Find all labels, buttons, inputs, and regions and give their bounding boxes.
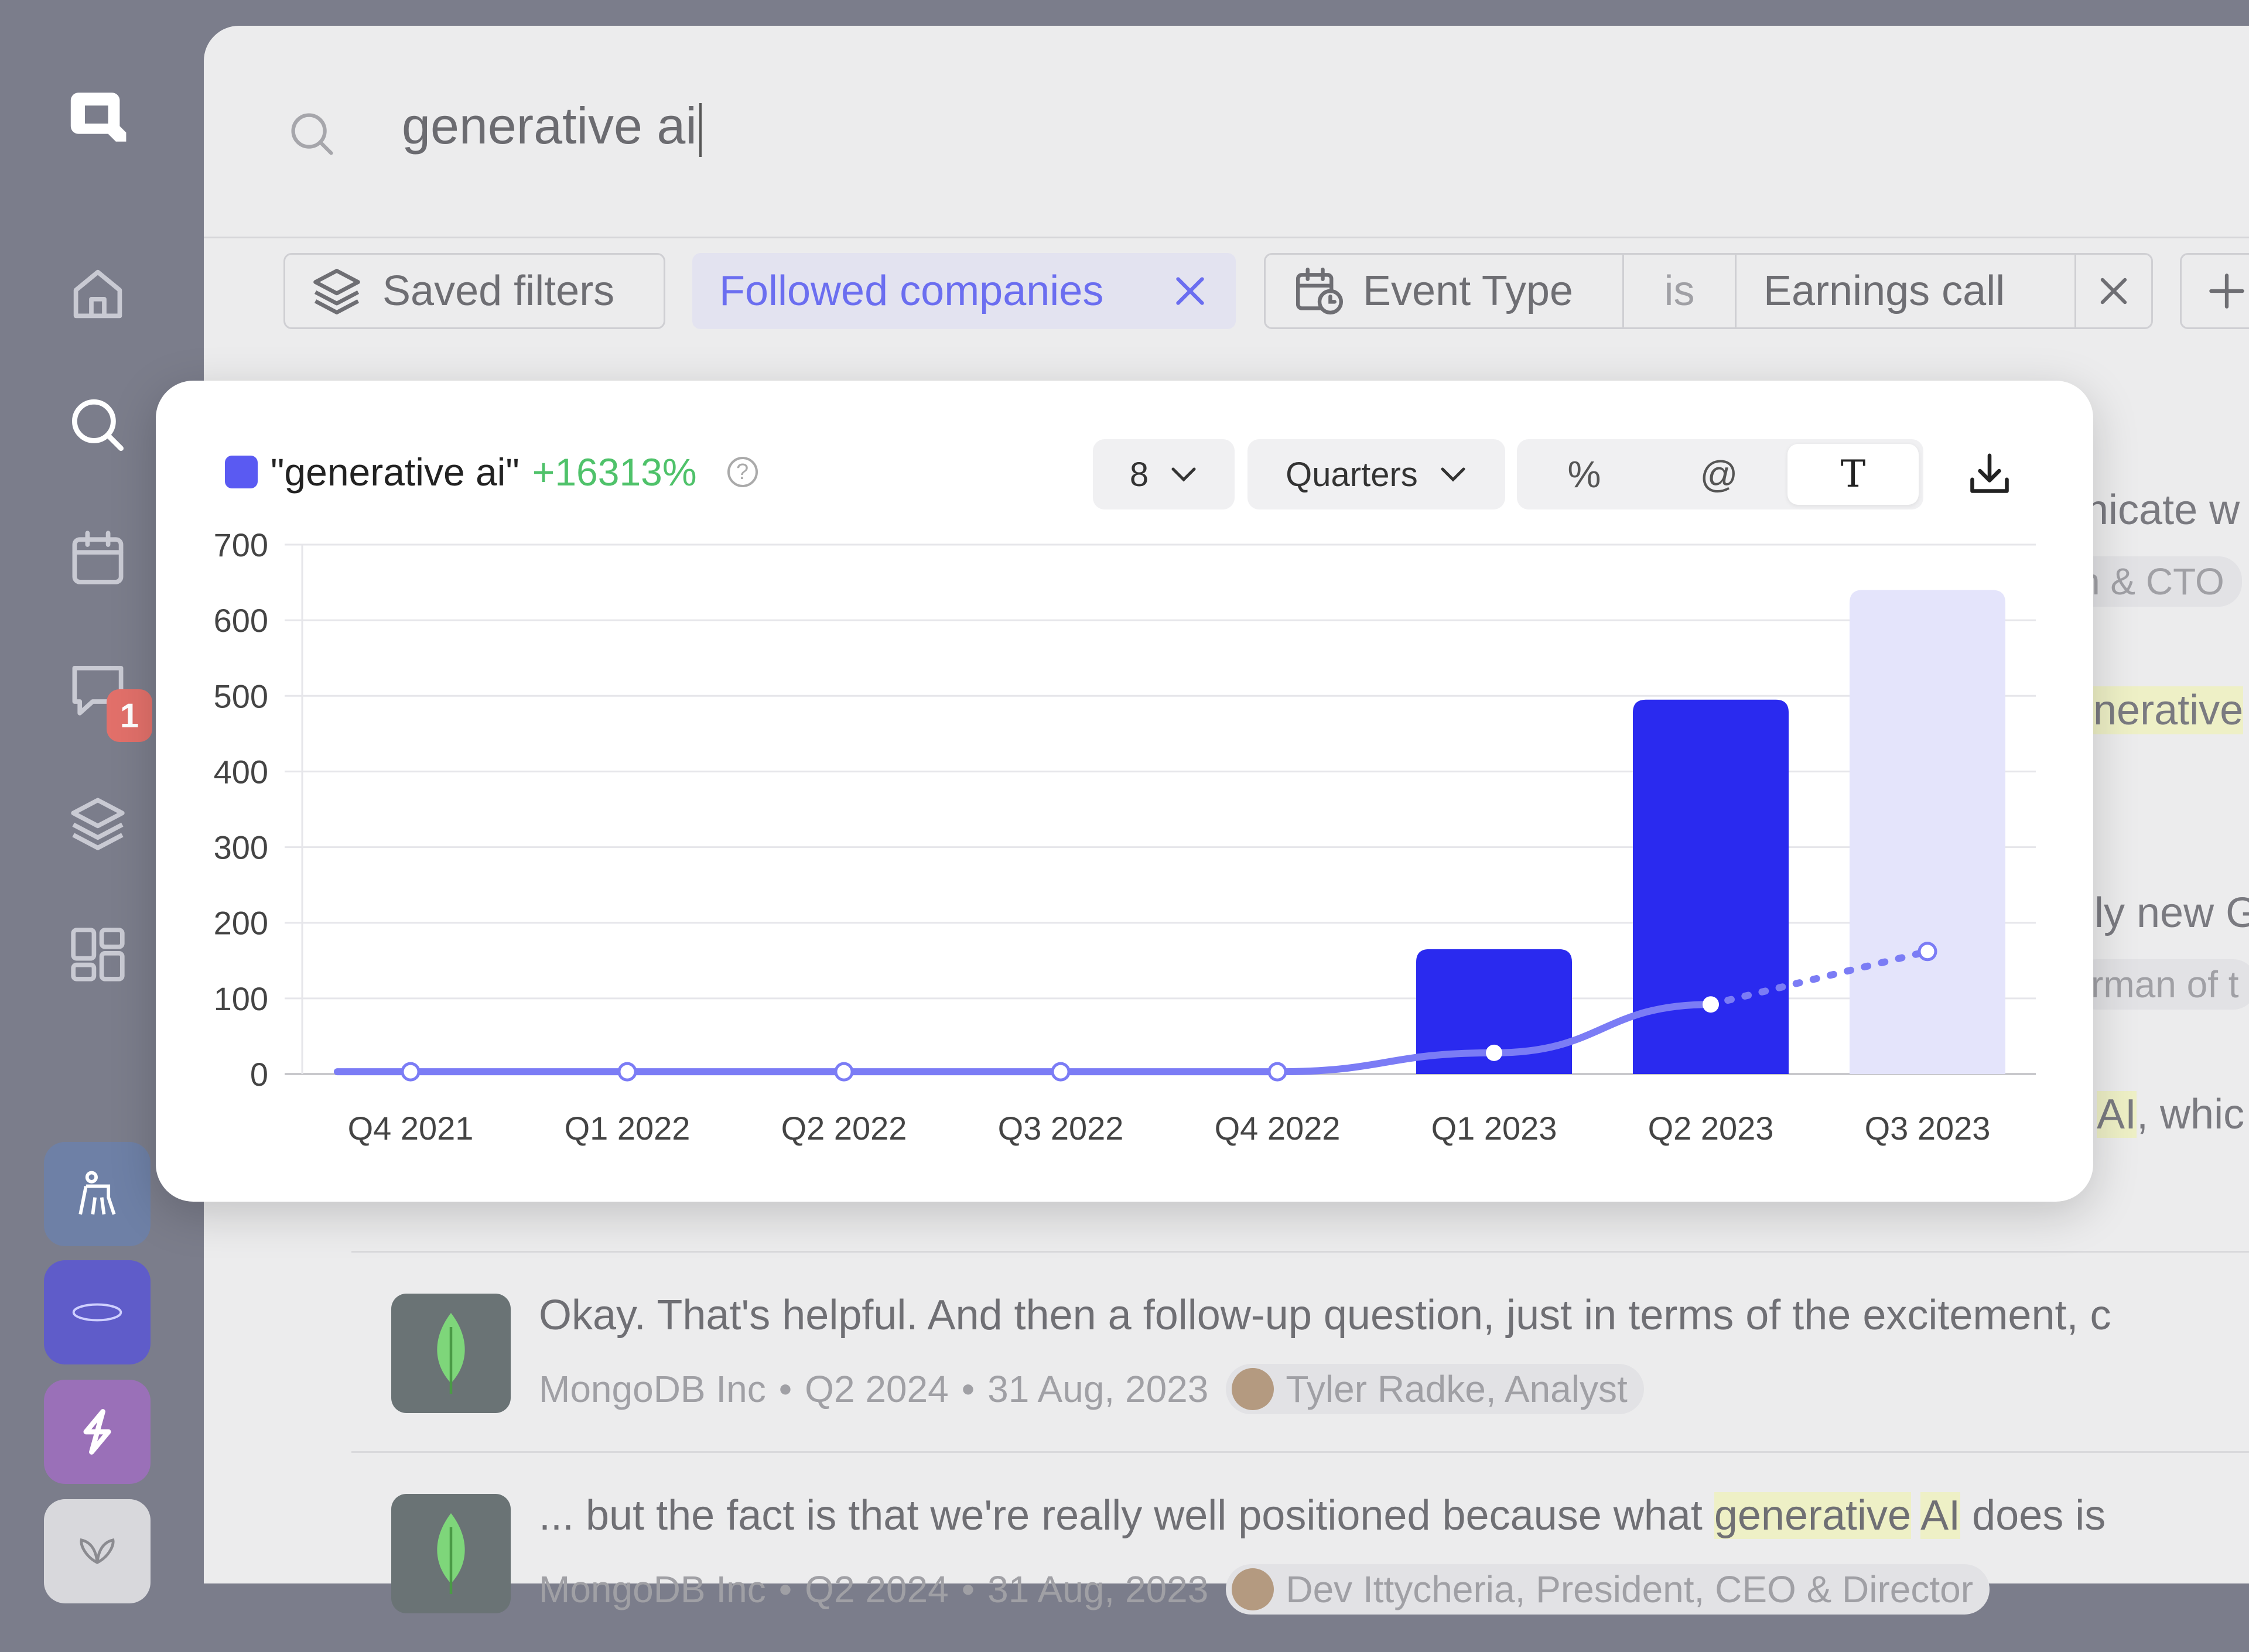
list-item[interactable]: Okay. That's helpful. And then a follow-… — [351, 1251, 2249, 1452]
speaker-chip[interactable]: Dev Ittycheria, President, CEO & Directo… — [1226, 1564, 1990, 1615]
search-bar: generative ai — [204, 26, 2249, 238]
list-item[interactable]: ... but the fact is that we're really we… — [351, 1451, 2249, 1652]
event-value-field[interactable]: Earnings call — [1737, 255, 2076, 327]
y-tick-label: 0 — [250, 1056, 268, 1093]
x-tick-label: Q2 2023 — [1648, 1110, 1774, 1147]
y-tick-label: 200 — [214, 905, 268, 942]
followed-companies-filter[interactable]: Followed companies — [692, 253, 1236, 329]
search-input[interactable]: generative ai — [402, 96, 702, 157]
event-type-label: Event Type — [1363, 268, 1573, 314]
result-meta: MongoDB Inc • Q2 2024 • 31 Aug, 2023 Tyl… — [539, 1364, 1644, 1414]
event-type-filter: Event Type is Earnings call — [1264, 253, 2153, 329]
text-caret — [699, 102, 702, 157]
event-date: 31 Aug, 2023 — [987, 1568, 1209, 1610]
x-tick-label: Q1 2023 — [1431, 1110, 1557, 1147]
saved-filters-button[interactable]: Saved filters — [283, 253, 665, 329]
peek-text-3: lly new G — [2085, 890, 2249, 936]
y-tick-label: 500 — [214, 678, 268, 714]
y-tick-label: 300 — [214, 829, 268, 866]
y-tick-label: 700 — [214, 526, 268, 563]
trend-point — [617, 1062, 637, 1082]
result-meta: MongoDB Inc • Q2 2024 • 31 Aug, 2023 Dev… — [539, 1564, 1990, 1615]
x-tick-label: Q4 2021 — [348, 1110, 474, 1147]
company-name: MongoDB Inc — [539, 1368, 766, 1410]
trend-point — [1486, 1044, 1502, 1061]
speaker-name: Tyler Radke, Analyst — [1286, 1368, 1628, 1410]
meta-separator: • — [778, 1368, 792, 1410]
company-logo-1[interactable] — [44, 1142, 151, 1246]
company-logo-4[interactable] — [44, 1499, 151, 1603]
peek-highlight: AI — [2097, 1091, 2137, 1138]
search-query: generative ai — [402, 97, 697, 155]
leaf-icon — [437, 1313, 465, 1394]
company-logo-2[interactable] — [44, 1260, 151, 1364]
highlight-term: AI — [1920, 1492, 1961, 1539]
event-date: 31 Aug, 2023 — [987, 1368, 1209, 1410]
quote-text: does is — [1960, 1492, 2106, 1539]
plus-icon — [2209, 273, 2244, 309]
meta-separator: • — [961, 1568, 975, 1610]
peek-text-2: nerative — [2093, 686, 2244, 734]
trend-point — [1918, 942, 1937, 962]
fiscal-period: Q2 2024 — [805, 1368, 949, 1410]
avatar — [1232, 1368, 1274, 1410]
remove-filter-button[interactable] — [2076, 255, 2151, 327]
saved-filters-label: Saved filters — [382, 268, 615, 314]
operator-field[interactable]: is — [1624, 255, 1737, 327]
trend-chart-popup: "generative ai" +16313% ? 8 Quarters % @… — [156, 381, 2093, 1202]
peek-text-1: nicate w — [2085, 487, 2240, 533]
app-logo-icon[interactable] — [63, 82, 133, 152]
mongodb-logo — [391, 1294, 511, 1413]
meta-separator: • — [778, 1568, 792, 1610]
layers-icon — [313, 269, 360, 314]
mongodb-logo — [391, 1494, 511, 1613]
peek-chip-2: rman of t — [2073, 959, 2249, 1010]
highlight-term: generative — [1714, 1492, 1912, 1539]
calendar-clock-icon — [1296, 267, 1344, 315]
avatar — [1232, 1568, 1274, 1610]
trend-point — [834, 1062, 854, 1082]
bar-chart: 0 100 200 300 400 500 600 700 Q4 2021 Q1 2022 Q2 2… — [214, 526, 2036, 1147]
dashboard-icon[interactable] — [63, 919, 133, 990]
calendar-icon[interactable] — [63, 522, 133, 593]
search-nav-icon[interactable] — [63, 390, 133, 460]
company-name: MongoDB Inc — [539, 1568, 766, 1610]
close-icon[interactable] — [1171, 272, 1209, 310]
trend-point — [1703, 996, 1719, 1013]
leaf-icon — [437, 1513, 465, 1594]
result-quote: ... but the fact is that we're really we… — [539, 1492, 2106, 1540]
y-tick-label: 100 — [214, 980, 268, 1017]
search-icon — [291, 113, 333, 155]
company-logo-3[interactable] — [44, 1380, 151, 1484]
y-tick-label: 600 — [214, 602, 268, 639]
close-icon — [2100, 278, 2127, 305]
trend-point — [1267, 1062, 1287, 1082]
followed-companies-label: Followed companies — [719, 268, 1104, 314]
trend-point — [1051, 1062, 1071, 1082]
bar — [1633, 699, 1789, 1074]
quote-text: ... but the fact is that we're really we… — [539, 1492, 1714, 1539]
event-type-field[interactable]: Event Type — [1266, 255, 1624, 327]
meta-separator: • — [961, 1368, 975, 1410]
layers-icon[interactable] — [63, 788, 133, 859]
result-quote: Okay. That's helpful. And then a follow-… — [539, 1292, 2111, 1339]
x-tick-label: Q1 2022 — [565, 1110, 691, 1147]
speaker-name: Dev Ittycheria, President, CEO & Directo… — [1286, 1568, 1974, 1610]
peek-text-4: AI, whic — [2097, 1090, 2244, 1138]
peek-text-4-rest: , whic — [2137, 1091, 2245, 1138]
messages-badge: 1 — [107, 689, 152, 742]
speaker-chip[interactable]: Tyler Radke, Analyst — [1226, 1364, 1644, 1414]
fiscal-period: Q2 2024 — [805, 1568, 949, 1610]
x-tick-label: Q3 2023 — [1865, 1110, 1991, 1147]
add-filter-button[interactable] — [2180, 253, 2249, 329]
y-tick-label: 400 — [214, 753, 268, 790]
home-icon[interactable] — [63, 259, 133, 329]
x-tick-label: Q3 2022 — [998, 1110, 1124, 1147]
trend-point — [401, 1062, 421, 1082]
bar — [1850, 590, 2005, 1074]
x-tick-label: Q4 2022 — [1215, 1110, 1341, 1147]
x-tick-label: Q2 2022 — [781, 1110, 907, 1147]
